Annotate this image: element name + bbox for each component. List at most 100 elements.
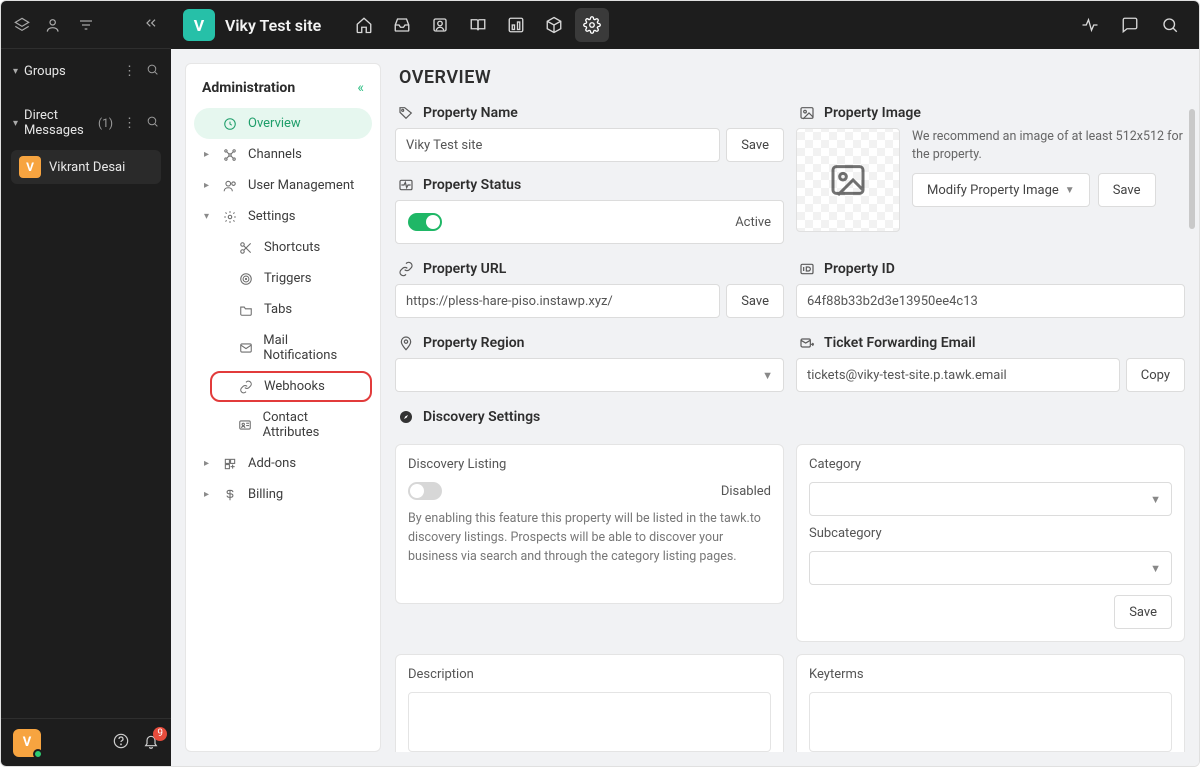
nav-inbox-icon[interactable] [385,8,419,42]
category-label: Category [809,457,1172,472]
scissors-icon [238,241,254,255]
mail-icon [238,341,254,355]
modify-image-button[interactable]: Modify Property Image▼ [912,173,1090,207]
discovery-status: Disabled [721,484,771,499]
property-url-input[interactable] [395,284,720,318]
dm-label: Direct Messages [24,108,92,138]
scrollbar[interactable] [1189,109,1195,229]
nav-addons-icon[interactable] [537,8,571,42]
description-label: Description [408,667,771,682]
dm-search-icon[interactable] [146,115,159,132]
folder-icon [238,303,254,317]
nav-addons[interactable]: ▸Add-ons [194,448,372,479]
nav-webhooks[interactable]: Webhooks [210,371,372,402]
nav-reports-icon[interactable] [499,8,533,42]
discovery-heading: Discovery Settings [423,409,540,425]
image-recommendation: We recommend an image of at least 512x51… [912,128,1185,163]
id-card-icon [238,418,253,432]
save-url-button[interactable]: Save [726,284,784,318]
target-icon [238,272,254,286]
admin-nav-title: Administration [202,80,295,96]
dm-avatar: V [19,156,41,178]
layers-icon[interactable] [13,16,31,34]
copy-email-button[interactable]: Copy [1126,358,1185,392]
compass-icon [397,408,415,426]
nav-contacts-icon[interactable] [423,8,457,42]
discovery-toggle[interactable] [408,482,442,500]
property-id-label: Property ID [824,261,895,277]
description-textarea[interactable] [408,692,771,752]
region-select[interactable]: ▼ [395,358,784,392]
property-image-label: Property Image [824,105,921,121]
groups-label: Groups [24,64,113,79]
save-category-button[interactable]: Save [1114,595,1172,629]
ticket-email-input[interactable] [796,358,1120,392]
image-icon [798,104,816,122]
caret-down-icon: ▾ [13,118,18,129]
dm-count: (1) [98,116,113,130]
site-name: Viky Test site [225,16,321,35]
nav-mail-notifications[interactable]: Mail Notifications [210,325,372,371]
nav-user-management[interactable]: ▸ User Management [194,170,372,201]
discovery-description: By enabling this feature this property w… [408,510,771,566]
save-image-button[interactable]: Save [1098,173,1156,207]
left-sidebar: ▾ Groups ⋮ ▾ Direct Messages (1) ⋮ V Vik… [1,1,171,766]
property-url-label: Property URL [423,261,506,277]
save-name-button[interactable]: Save [726,128,784,162]
keyterms-card: Keyterms [796,654,1185,752]
category-select[interactable]: ▼ [809,482,1172,516]
discovery-listing-label: Discovery Listing [408,457,771,472]
nav-contact-attributes[interactable]: Contact Attributes [210,402,372,448]
users-icon [222,179,238,193]
site-chip[interactable]: V Viky Test site [183,9,321,41]
image-placeholder [796,128,900,232]
admin-nav: Administration « Overview ▸ Channels ▸ U… [185,63,381,752]
gear-icon [222,210,238,224]
dm-header[interactable]: ▾ Direct Messages (1) ⋮ [11,102,161,144]
status-value: Active [735,215,771,230]
subcategory-select[interactable]: ▼ [809,551,1172,585]
nav-kb-icon[interactable] [461,8,495,42]
collapse-nav-icon[interactable]: « [357,80,364,96]
nav-settings[interactable]: ▾ Settings [194,201,372,232]
discovery-card: Discovery Listing Disabled By enabling t… [395,444,784,604]
person-add-icon[interactable] [45,16,63,34]
filter-icon[interactable] [77,16,95,34]
search-icon[interactable] [1153,8,1187,42]
topbar: V Viky Test site [171,1,1199,49]
subcategory-label: Subcategory [809,526,1172,541]
tag-icon [397,104,415,122]
notifications-icon[interactable]: 9 [143,733,159,753]
help-icon[interactable] [113,733,129,753]
groups-more-icon[interactable]: ⋮ [123,64,136,79]
activity-icon[interactable] [1073,8,1107,42]
nav-overview[interactable]: Overview [194,108,372,139]
self-avatar[interactable]: V [13,729,41,757]
nav-shortcuts[interactable]: Shortcuts [210,232,372,263]
nav-channels[interactable]: ▸ Channels [194,139,372,170]
addons-icon [222,457,238,471]
nav-triggers[interactable]: Triggers [210,263,372,294]
status-toggle[interactable] [408,213,442,231]
category-card: Category ▼ Subcategory ▼ Save [796,444,1185,642]
nav-tabs[interactable]: Tabs [210,294,372,325]
chat-icon[interactable] [1113,8,1147,42]
groups-search-icon[interactable] [146,63,159,80]
property-name-input[interactable] [395,128,720,162]
groups-header[interactable]: ▾ Groups ⋮ [11,57,161,86]
dm-item[interactable]: V Vikrant Desai [11,150,161,184]
keyterms-label: Keyterms [809,667,1172,682]
dm-more-icon[interactable]: ⋮ [123,116,136,131]
dollar-icon [222,488,238,502]
keyterms-textarea[interactable] [809,692,1172,752]
notifications-badge: 9 [153,727,167,741]
overview-icon [222,117,238,131]
id-icon [798,260,816,278]
property-id-input[interactable] [796,284,1185,318]
property-status-label: Property Status [423,177,521,193]
collapse-left-icon[interactable] [143,15,159,35]
nav-home-icon[interactable] [347,8,381,42]
nav-settings-icon[interactable] [575,8,609,42]
nav-billing[interactable]: ▸Billing [194,479,372,510]
dm-name: Vikrant Desai [49,160,125,175]
